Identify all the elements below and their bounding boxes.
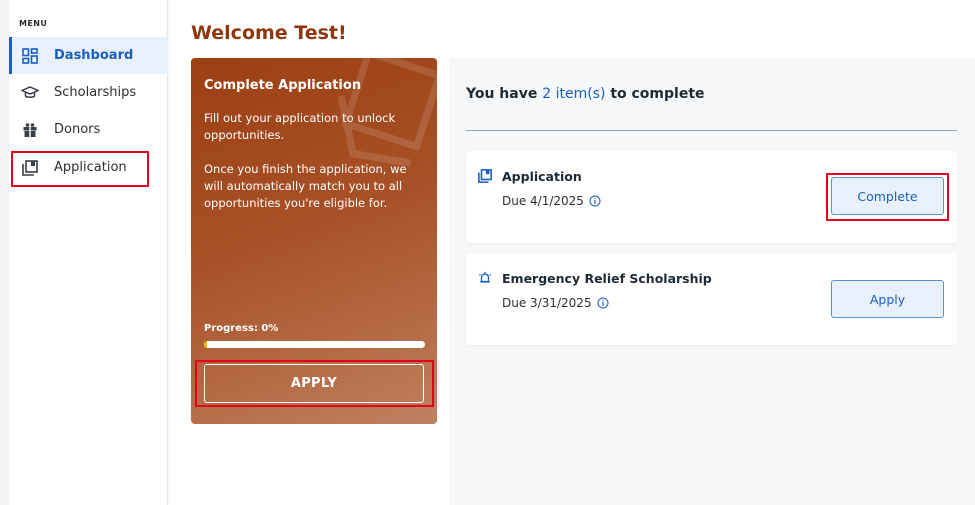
gift-icon — [21, 121, 39, 139]
progress-label: Progress: 0% — [204, 323, 279, 334]
sidebar-item-label: Scholarships — [54, 85, 137, 100]
promo-paragraph: Once you finish the application, we will… — [204, 162, 407, 210]
todo-due: Due 4/1/2025 — [502, 194, 601, 208]
todo-due: Due 3/31/2025 — [502, 296, 609, 310]
todo-title: Emergency Relief Scholarship — [502, 271, 712, 286]
menu-label: MENU — [19, 19, 48, 28]
todo-header-suffix: to complete — [605, 86, 705, 102]
application-icon — [478, 168, 492, 183]
sidebar-item-label: Application — [54, 160, 127, 175]
todo-panel: You have 2 item(s) to complete Applicati… — [449, 58, 975, 505]
promo-paragraph: Fill out your application to unlock oppo… — [204, 111, 396, 142]
info-icon[interactable] — [597, 297, 609, 309]
todo-count-link[interactable]: 2 item(s) — [542, 86, 605, 102]
dashboard-icon — [21, 47, 39, 65]
graduation-cap-icon — [21, 84, 39, 102]
sidebar-item-dashboard[interactable]: Dashboard — [9, 37, 168, 74]
sidebar-item-scholarships[interactable]: Scholarships — [9, 74, 168, 111]
promo-description: Fill out your application to unlock oppo… — [204, 110, 428, 229]
sidebar-item-donors[interactable]: Donors — [9, 111, 168, 148]
todo-card-emergency-relief: Emergency Relief Scholarship Due 3/31/20… — [466, 253, 957, 345]
todo-due-date: Due 4/1/2025 — [502, 194, 584, 208]
todo-header-prefix: You have — [466, 86, 543, 102]
page-title: Welcome Test! — [191, 22, 347, 44]
progress-fill — [204, 341, 207, 348]
apply-button[interactable]: APPLY — [204, 364, 424, 403]
complete-button[interactable]: Complete — [831, 177, 944, 215]
progress-bar — [204, 341, 425, 348]
sidebar-item-application[interactable]: Application — [9, 149, 168, 186]
sidebar-item-label: Dashboard — [54, 48, 134, 63]
todo-header: You have 2 item(s) to complete — [466, 86, 705, 102]
info-icon[interactable] — [589, 195, 601, 207]
divider — [466, 130, 957, 131]
complete-application-card: Complete Application Fill out your appli… — [191, 58, 437, 424]
todo-due-date: Due 3/31/2025 — [502, 296, 592, 310]
apply-scholarship-button[interactable]: Apply — [831, 280, 944, 318]
left-edge — [0, 0, 9, 505]
sidebar-item-label: Donors — [54, 122, 101, 137]
main-content: Welcome Test! Complete Application Fill … — [169, 0, 975, 505]
promo-title: Complete Application — [204, 78, 362, 93]
application-icon — [21, 159, 39, 177]
todo-card-application: Application Due 4/1/2025 Complete — [466, 151, 957, 243]
todo-title: Application — [502, 169, 582, 184]
sidebar: MENU Dashboard Scholarships Donors Appli… — [9, 0, 168, 505]
alarm-icon — [478, 270, 492, 284]
